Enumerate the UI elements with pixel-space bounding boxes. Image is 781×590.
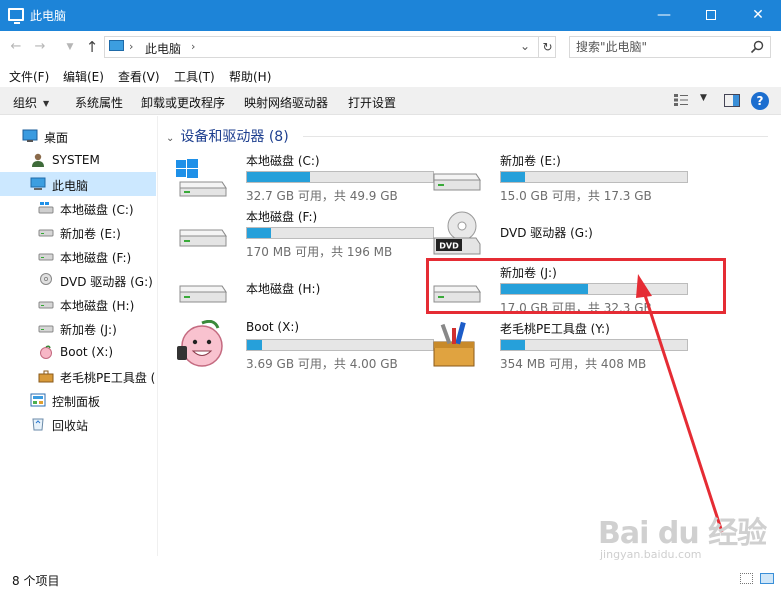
annotation-arrow (636, 274, 724, 533)
watermark-url: jingyan.baidu.com (600, 548, 702, 561)
watermark: Bai du 经验 (598, 516, 767, 551)
status-bar: 8 个项目 (0, 566, 781, 590)
details-view-icon[interactable] (740, 573, 753, 584)
item-count: 8 个项目 (12, 574, 60, 588)
large-icons-view-icon[interactable] (760, 573, 774, 584)
